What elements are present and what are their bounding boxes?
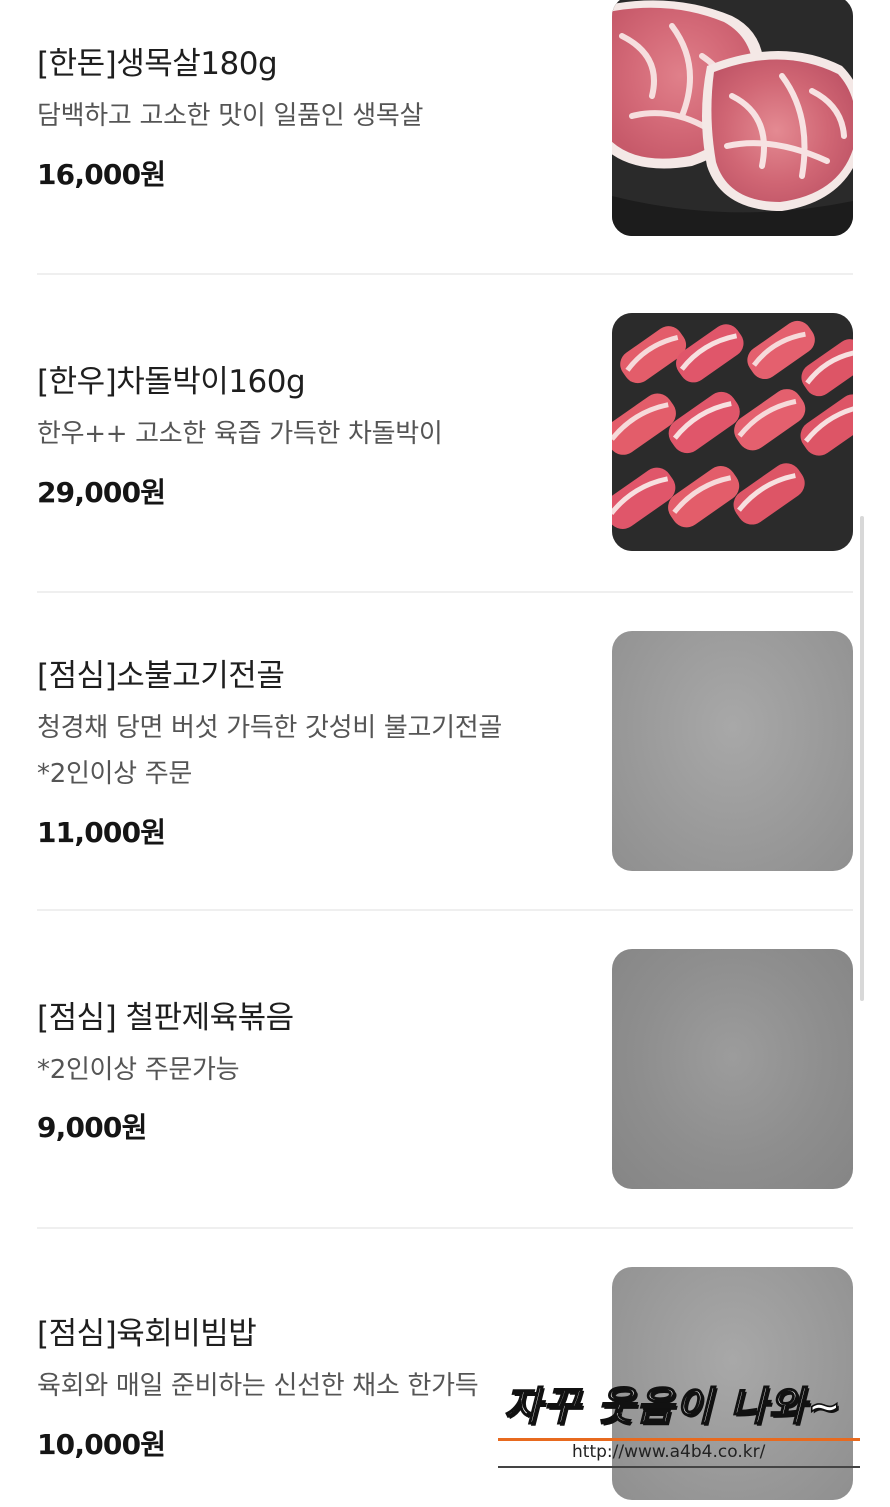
menu-item-description: 육회와 매일 준비하는 신선한 채소 한가득 — [37, 1363, 577, 1409]
watermark-text: 자꾸 웃음이 나와~ — [503, 1383, 843, 1431]
beef-brisket-image — [612, 313, 853, 551]
menu-item-description-line: 육회와 매일 준비하는 신선한 채소 한가득 — [37, 1371, 479, 1401]
menu-item-description-line: 청경채 당면 버섯 가득한 갓성비 불고기전골 — [37, 713, 502, 743]
menu-item-price: 29,000원 — [37, 476, 166, 509]
pork-neck-image — [612, 0, 853, 236]
menu-item-image-placeholder[interactable] — [612, 949, 853, 1189]
menu-item-description-line: *2인이상 주문가능 — [37, 1055, 240, 1085]
menu-item-price: 11,000원 — [37, 816, 166, 849]
watermark-url: http://www.a4b4.co.kr/ — [572, 1442, 766, 1462]
scrollbar[interactable] — [860, 516, 864, 1001]
divider — [37, 1227, 853, 1229]
menu-item-description-line: *2인이상 주문 — [37, 759, 193, 789]
divider — [37, 273, 853, 275]
watermark-baseline — [498, 1466, 860, 1468]
watermark-underline — [498, 1438, 860, 1441]
menu-item-description: 한우++ 고소한 육즙 가득한 차돌박이 — [37, 411, 577, 457]
pork-neck-photo[interactable] — [612, 0, 853, 236]
menu-item-name: [한돈]생목살180g — [37, 46, 278, 82]
menu-item-description-line: 한우++ 고소한 육즙 가득한 차돌박이 — [37, 419, 443, 449]
watermark: 자꾸 웃음이 나와~ http://www.a4b4.co.kr/ — [498, 1372, 870, 1482]
menu-item[interactable]: [점심]소불고기전골 청경채 당면 버섯 가득한 갓성비 불고기전골 *2인이상… — [37, 631, 853, 871]
menu-item-price: 16,000원 — [37, 158, 166, 191]
menu-item-name: [한우]차돌박이160g — [37, 364, 306, 400]
menu-item-name: [점심] 철판제육볶음 — [37, 1000, 294, 1036]
menu-item[interactable]: [한우]차돌박이160g 한우++ 고소한 육즙 가득한 차돌박이 29,000… — [37, 313, 853, 555]
menu-item-image-placeholder[interactable] — [612, 631, 853, 871]
menu-item-price: 9,000원 — [37, 1111, 147, 1144]
menu-item[interactable]: [한돈]생목살180g 담백하고 고소한 맛이 일품인 생목살 16,000원 — [37, 0, 853, 240]
beef-brisket-photo[interactable] — [612, 313, 853, 551]
menu-item-name: [점심]소불고기전골 — [37, 658, 285, 694]
menu-item-description-line: 담백하고 고소한 맛이 일품인 생목살 — [37, 101, 424, 131]
menu-item-name: [점심]육회비빔밥 — [37, 1316, 257, 1352]
menu-item-description: 청경채 당면 버섯 가득한 갓성비 불고기전골 *2인이상 주문 — [37, 705, 577, 797]
menu-item-price: 10,000원 — [37, 1428, 166, 1461]
divider — [37, 909, 853, 911]
menu-item-description: *2인이상 주문가능 — [37, 1047, 577, 1093]
menu-item-description: 담백하고 고소한 맛이 일품인 생목살 — [37, 93, 577, 139]
menu-item[interactable]: [점심] 철판제육볶음 *2인이상 주문가능 9,000원 — [37, 949, 853, 1189]
divider — [37, 591, 853, 593]
